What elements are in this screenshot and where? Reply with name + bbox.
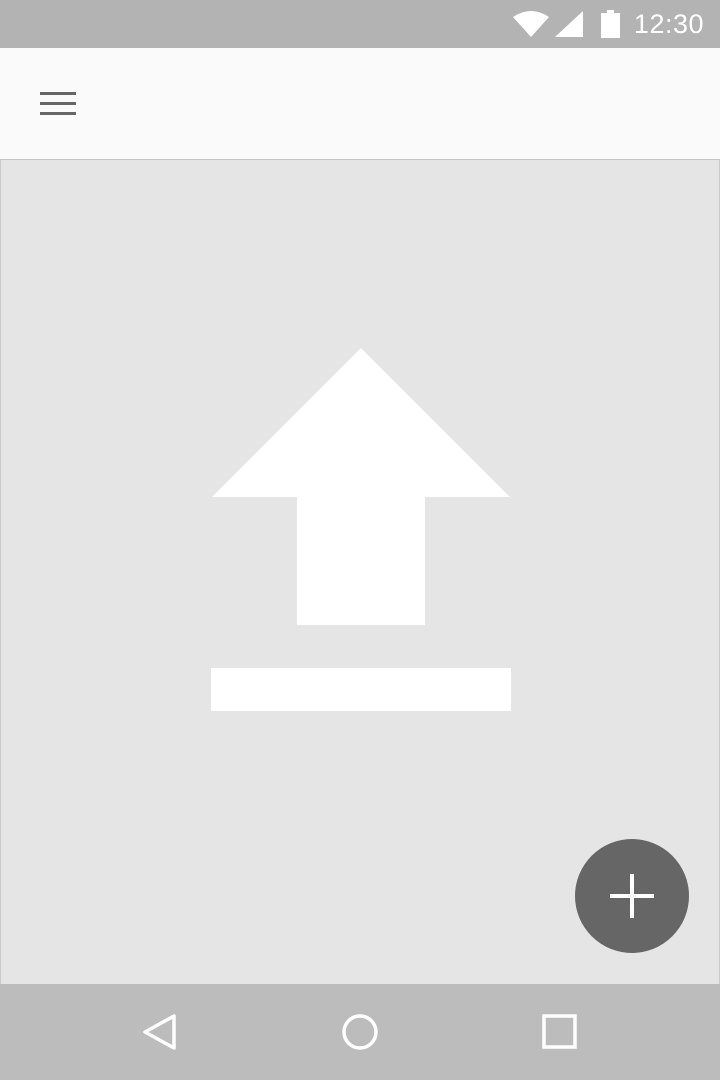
battery-icon xyxy=(600,10,620,38)
back-icon xyxy=(142,1013,178,1051)
plus-icon xyxy=(610,874,654,918)
upload-icon xyxy=(211,348,511,713)
menu-button[interactable] xyxy=(28,76,88,132)
navigation-bar xyxy=(0,984,720,1080)
add-button[interactable] xyxy=(575,839,689,953)
wifi-icon xyxy=(512,11,549,37)
cellular-signal-icon xyxy=(554,11,583,37)
back-button[interactable] xyxy=(130,1002,190,1062)
status-bar: 12:30 xyxy=(0,0,720,48)
home-icon xyxy=(341,1013,379,1051)
status-time: 12:30 xyxy=(633,8,704,39)
app-bar xyxy=(0,48,720,160)
recents-icon xyxy=(542,1014,578,1050)
status-icons: 12:30 xyxy=(512,0,720,48)
hamburger-menu-icon xyxy=(40,92,76,116)
home-button[interactable] xyxy=(330,1002,390,1062)
recents-button[interactable] xyxy=(530,1002,590,1062)
